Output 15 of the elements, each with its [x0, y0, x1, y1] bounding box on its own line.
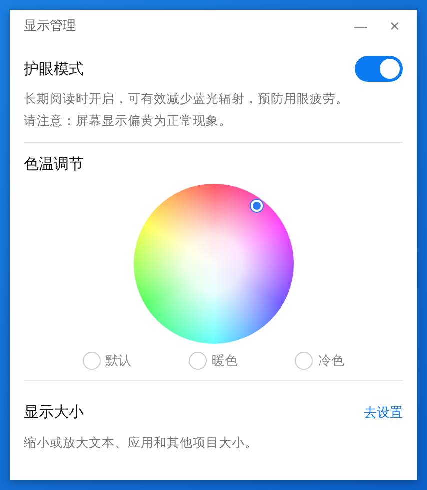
settings-link[interactable]: 去设置 [364, 404, 403, 422]
section-title: 显示大小 [24, 403, 84, 422]
window-title: 显示管理 [24, 18, 76, 35]
section-title: 护眼模式 [24, 60, 84, 78]
radio-option[interactable]: 暖色 [188, 352, 238, 370]
toggle-switch[interactable] [355, 56, 403, 82]
description-text: 请注意：屏幕显示偏黄为正常现象。 [24, 112, 233, 130]
radio-option[interactable]: 默认 [82, 352, 132, 370]
close-button[interactable]: ✕ [381, 12, 409, 40]
section-title: 色温调节 [24, 155, 84, 174]
minimize-button[interactable]: — [347, 12, 375, 40]
description-text: 长期阅读时开启，可有效减少蓝光辐射，预防用眼疲劳。 [24, 90, 350, 108]
description-text: 缩小或放大文本、应用和其他项目大小。 [24, 434, 259, 452]
picker-handle[interactable] [250, 200, 262, 212]
radio-option[interactable]: 冷色 [295, 352, 344, 370]
